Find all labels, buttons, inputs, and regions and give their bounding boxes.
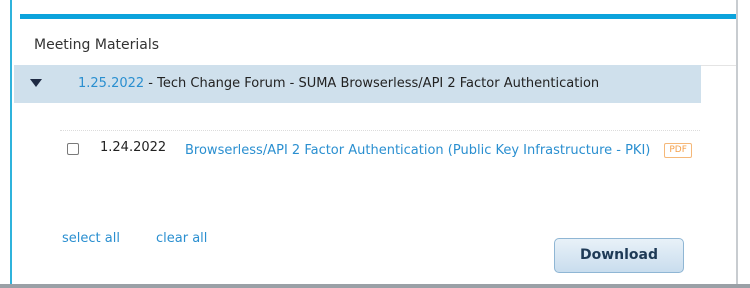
right-edge-line xyxy=(736,0,738,288)
pdf-badge: PDF xyxy=(664,143,692,158)
item-checkbox[interactable] xyxy=(67,143,79,155)
left-edge-line xyxy=(10,0,12,288)
meeting-title: - Tech Change Forum - SUMA Browserless/A… xyxy=(144,76,600,91)
row-divider xyxy=(60,130,700,132)
download-button[interactable]: Download xyxy=(554,238,684,273)
clear-all-link[interactable]: clear all xyxy=(156,231,207,246)
select-all-link[interactable]: select all xyxy=(62,231,120,246)
panel-title: Meeting Materials xyxy=(34,37,160,53)
caret-down-icon[interactable] xyxy=(30,79,42,87)
item-document-link[interactable]: Browserless/API 2 Factor Authentication … xyxy=(185,140,695,161)
meeting-accordion-header[interactable]: 1.25.2022 - Tech Change Forum - SUMA Bro… xyxy=(14,65,701,103)
page-frame: Meeting Materials 1.25.2022 - Tech Chang… xyxy=(0,0,750,288)
meeting-date-link[interactable]: 1.25.2022 xyxy=(78,76,144,91)
bottom-border xyxy=(0,284,750,288)
item-date: 1.24.2022 xyxy=(100,140,167,155)
accordion-header-text: 1.25.2022 - Tech Change Forum - SUMA Bro… xyxy=(78,76,599,91)
item-link-text[interactable]: Browserless/API 2 Factor Authentication … xyxy=(185,143,650,158)
